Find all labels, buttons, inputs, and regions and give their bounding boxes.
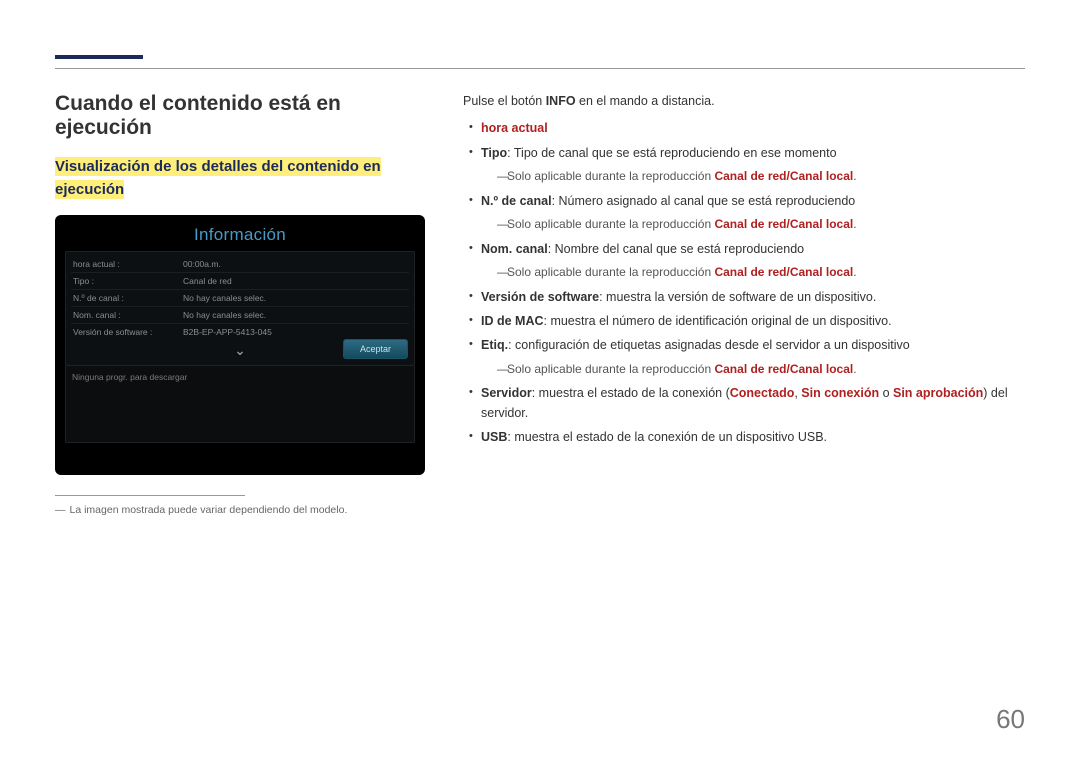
list-item: Etiq.: configuración de etiquetas asigna… (471, 336, 1025, 378)
item-text: : Tipo de canal que se está reproduciend… (507, 146, 836, 160)
intro-pre: Pulse el botón (463, 94, 546, 108)
item-bold: Nom. canal (481, 242, 548, 256)
sub-red2: Canal local (790, 265, 853, 279)
info-row: Nom. canal : No hay canales selec. (71, 307, 409, 324)
item-text: : muestra la versión de software de un d… (599, 290, 876, 304)
serv-state: Sin conexión (801, 386, 879, 400)
sub-dot: . (853, 265, 856, 279)
info-row: Versión de software : B2B-EP-APP-5413-04… (71, 324, 409, 340)
subsection-heading-wrap: Visualización de los detalles del conten… (55, 156, 435, 201)
item-text: : Nombre del canal que se está reproduci… (548, 242, 804, 256)
list-item: ID de MAC: muestra el número de identifi… (471, 312, 1025, 331)
info-label: hora actual : (73, 259, 183, 269)
sub-dot: . (853, 362, 856, 376)
list-item: N.º de canal: Número asignado al canal q… (471, 192, 1025, 234)
info-value: No hay canales selec. (183, 293, 303, 303)
sub-red2: Canal local (790, 362, 853, 376)
item-text: : Número asignado al canal que se está r… (552, 194, 856, 208)
item-bold: Versión de software (481, 290, 599, 304)
info-row: hora actual : 00:00a.m. (71, 256, 409, 273)
sub-note: ―Solo aplicable durante la reproducción … (481, 167, 1025, 186)
subsection-heading: Visualización de los detalles del conten… (55, 157, 381, 199)
item-text: : muestra el estado de la conexión de un… (507, 430, 827, 444)
download-status: Ninguna progr. para descargar (65, 366, 415, 443)
sub-red1: Canal de red (714, 265, 786, 279)
info-label: Tipo : (73, 276, 183, 286)
info-value: 00:00a.m. (183, 259, 303, 269)
header-accent (55, 55, 143, 59)
item-text: : configuración de etiquetas asignadas d… (508, 338, 910, 352)
intro-post: en el mando a distancia. (576, 94, 715, 108)
info-row: N.º de canal : No hay canales selec. (71, 290, 409, 307)
left-column: Cuando el contenido está en ejecución Vi… (55, 92, 435, 516)
info-label: Nom. canal : (73, 310, 183, 320)
sub-pre: Solo aplicable durante la reproducción (507, 265, 714, 279)
info-row: Tipo : Canal de red (71, 273, 409, 290)
list-item: USB: muestra el estado de la conexión de… (471, 428, 1025, 447)
sub-red2: Canal local (790, 169, 853, 183)
page-content: Cuando el contenido está en ejecución Vi… (55, 92, 1025, 516)
serv-state: Sin aprobación (893, 386, 983, 400)
footnote-separator (55, 495, 245, 496)
footnote-text: La imagen mostrada puede variar dependie… (70, 504, 348, 516)
item-hora: hora actual (481, 121, 548, 135)
info-value: No hay canales selec. (183, 310, 303, 320)
sub-red1: Canal de red (714, 169, 786, 183)
item-bold: Etiq. (481, 338, 508, 352)
details-list: hora actual Tipo: Tipo de canal que se e… (463, 119, 1025, 447)
sub-pre: Solo aplicable durante la reproducción (507, 217, 714, 231)
dash-icon: ― (497, 360, 507, 379)
item-text: : muestra el número de identificación or… (544, 314, 892, 328)
list-item: hora actual (471, 119, 1025, 138)
serv-o: o (879, 386, 893, 400)
dash-icon: ― (497, 167, 507, 186)
serv-state: Conectado (730, 386, 795, 400)
sub-note: ―Solo aplicable durante la reproducción … (481, 215, 1025, 234)
sub-red1: Canal de red (714, 217, 786, 231)
info-label: Versión de software : (73, 327, 183, 337)
sub-pre: Solo aplicable durante la reproducción (507, 169, 714, 183)
info-value: B2B-EP-APP-5413-045 (183, 327, 303, 337)
sub-note: ―Solo aplicable durante la reproducción … (481, 263, 1025, 282)
accept-button[interactable]: Aceptar (343, 339, 408, 359)
info-label: N.º de canal : (73, 293, 183, 303)
intro-bold: INFO (546, 94, 576, 108)
sub-note: ―Solo aplicable durante la reproducción … (481, 360, 1025, 379)
list-item: Tipo: Tipo de canal que se está reproduc… (471, 144, 1025, 186)
footnote: ― La imagen mostrada puede variar dependi… (55, 504, 435, 516)
list-item: Servidor: muestra el estado de la conexi… (471, 384, 1025, 423)
sub-pre: Solo aplicable durante la reproducción (507, 362, 714, 376)
header-separator (55, 68, 1025, 69)
item-bold: N.º de canal (481, 194, 552, 208)
sub-dot: . (853, 169, 856, 183)
info-value: Canal de red (183, 276, 303, 286)
screenshot-title: Información (65, 223, 415, 251)
item-bold: Servidor (481, 386, 532, 400)
intro-line: Pulse el botón INFO en el mando a distan… (463, 92, 1025, 111)
item-bold: USB (481, 430, 507, 444)
info-panel: hora actual : 00:00a.m. Tipo : Canal de … (65, 251, 415, 366)
section-heading: Cuando el contenido está en ejecución (55, 92, 435, 140)
footnote-dash-icon: ― (55, 504, 66, 516)
dash-icon: ― (497, 263, 507, 282)
item-bold: Tipo (481, 146, 507, 160)
sub-dot: . (853, 217, 856, 231)
item-bold: ID de MAC (481, 314, 544, 328)
dash-icon: ― (497, 215, 507, 234)
device-screenshot: Información hora actual : 00:00a.m. Tipo… (55, 215, 425, 475)
list-item: Nom. canal: Nombre del canal que se está… (471, 240, 1025, 282)
right-column: Pulse el botón INFO en el mando a distan… (463, 92, 1025, 516)
page-number: 60 (996, 704, 1025, 735)
sub-red1: Canal de red (714, 362, 786, 376)
item-text: : muestra el estado de la conexión ( (532, 386, 730, 400)
list-item: Versión de software: muestra la versión … (471, 288, 1025, 307)
sub-red2: Canal local (790, 217, 853, 231)
